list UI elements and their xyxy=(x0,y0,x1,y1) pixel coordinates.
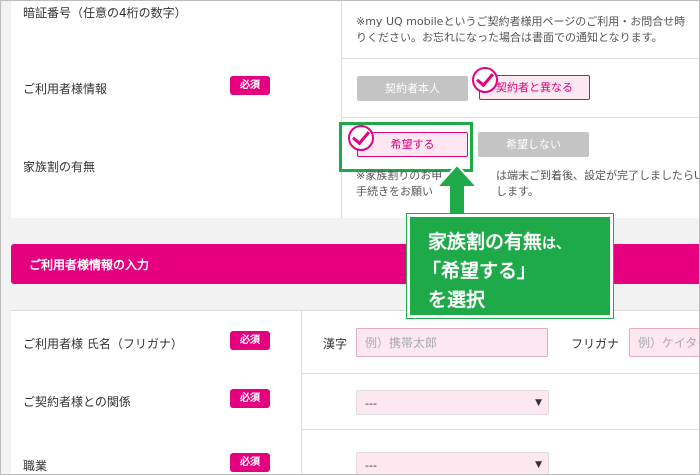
relation-label: ご契約者様との関係 xyxy=(23,395,131,409)
callout-line3: を選択 xyxy=(428,289,486,311)
required-badge: 必須 xyxy=(230,331,270,350)
contract-info-panel: 暗証番号（任意の4桁の数字） ※my UQ mobileというご契約者様用ページ… xyxy=(11,1,700,218)
family-discount-label: 家族割の有無 xyxy=(23,160,96,174)
pin-label: 暗証番号（任意の4桁の数字） xyxy=(23,6,187,20)
name-row: ご利用者様 氏名（フリガナ） 必須 漢字 例）携帯太郎 フリガナ 例）ケイタイ xyxy=(11,311,699,374)
pin-label-cell: 暗証番号（任意の4桁の数字） xyxy=(11,1,342,58)
family-note-line2a: 手続きをお願い xyxy=(356,185,433,198)
dropdown-arrow-icon: ▼ xyxy=(535,460,542,470)
family-note-line1b: は端末ご到着後、設定が完了しましたらUQ公 xyxy=(496,169,700,182)
instruction-callout: 家族割の有無は、 「希望する」 を選択 xyxy=(406,213,614,319)
required-badge: 必須 xyxy=(230,76,270,95)
job-select[interactable]: --- ▼ xyxy=(356,452,549,474)
relation-select[interactable]: --- ▼ xyxy=(356,390,549,415)
furigana-name-input[interactable]: 例）ケイタイ xyxy=(629,328,699,357)
checkmark-icon xyxy=(472,67,498,93)
name-label-cell: ご利用者様 氏名（フリガナ） 必須 xyxy=(11,311,302,373)
family-discount-no-button[interactable]: 希望しない xyxy=(478,132,589,157)
family-discount-row: 家族割の有無 希望する 希望しない ※家族割りのお申 は端末ご到着後、設定が完了… xyxy=(11,117,700,218)
job-select-value: --- xyxy=(365,459,377,472)
callout-line1-suffix: は、 xyxy=(542,236,571,252)
family-discount-label-cell: 家族割の有無 xyxy=(11,117,342,218)
section-title: ご利用者様情報の入力 xyxy=(29,258,150,272)
pin-note-line1: ※my UQ mobileというご契約者様用ページのご利用・お問合せ時 xyxy=(356,15,686,28)
callout-line2: 「希望する」 xyxy=(422,260,537,282)
required-badge: 必須 xyxy=(230,453,270,472)
relation-label-cell: ご契約者様との関係 必須 xyxy=(11,373,302,429)
family-note-line1a: ※家族割りのお申 xyxy=(356,169,443,182)
job-label: 職業 xyxy=(23,459,48,473)
kanji-label: 漢字 xyxy=(323,337,348,351)
screenshot-frame: 暗証番号（任意の4桁の数字） ※my UQ mobileというご契約者様用ページ… xyxy=(0,0,700,475)
user-info-label-cell: ご利用者様情報 必須 xyxy=(11,58,342,117)
up-arrow-icon xyxy=(437,165,477,217)
checkmark-icon xyxy=(348,125,374,151)
pin-note-line2: りください。お忘れになった場合は書面での通知となります。 xyxy=(356,31,663,44)
job-row: 職業 必須 --- ▼ xyxy=(11,429,699,474)
user-info-row: ご利用者様情報 必須 契約者本人 契約者と異なる xyxy=(11,58,699,118)
contract-holder-button[interactable]: 契約者本人 xyxy=(357,76,468,101)
user-info-form-panel: ご利用者様 氏名（フリガナ） 必須 漢字 例）携帯太郎 フリガナ 例）ケイタイ … xyxy=(11,310,699,474)
required-badge: 必須 xyxy=(230,389,270,408)
callout-line1-main: 家族割の有無 xyxy=(428,231,543,253)
callout-line1: 家族割の有無は、 xyxy=(428,227,570,254)
name-label: ご利用者様 氏名（フリガナ） xyxy=(23,337,183,351)
pin-row: 暗証番号（任意の4桁の数字） ※my UQ mobileというご契約者様用ページ… xyxy=(11,1,699,59)
furigana-label: フリガナ xyxy=(571,337,620,351)
relation-row: ご契約者様との関係 必須 --- ▼ xyxy=(11,373,699,430)
kanji-name-input[interactable]: 例）携帯太郎 xyxy=(356,328,548,357)
family-note-line2b: します。 xyxy=(496,185,539,198)
dropdown-arrow-icon: ▼ xyxy=(535,398,542,408)
user-info-label: ご利用者様情報 xyxy=(23,82,108,96)
job-label-cell: 職業 必須 xyxy=(11,429,302,474)
relation-select-value: --- xyxy=(365,397,377,410)
